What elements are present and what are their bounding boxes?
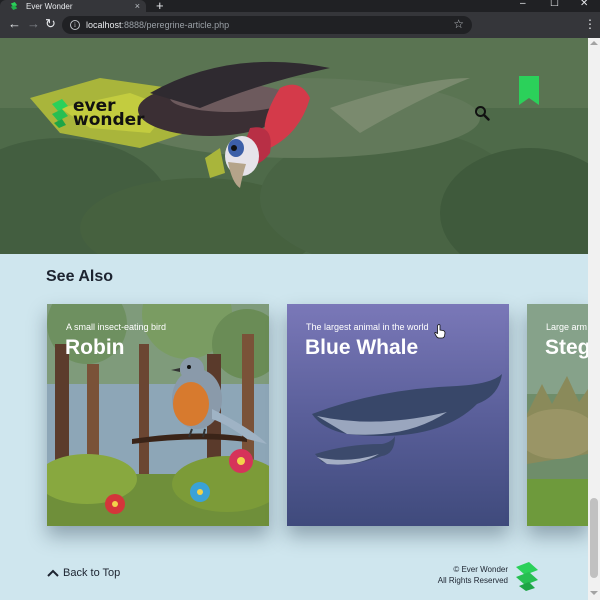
browser-toolbar: ← → ↻ i localhost:8888/peregrine-article… [0, 12, 600, 38]
card-title: Robin [65, 336, 125, 359]
bookmark-icon[interactable] [519, 76, 539, 105]
scroll-down-icon[interactable] [590, 591, 598, 595]
logo-text-wonder: wonder [73, 110, 145, 130]
copyright-line2: All Rights Reserved [437, 576, 508, 585]
scrollbar-thumb[interactable] [590, 498, 598, 578]
back-to-top-link[interactable]: Back to Top [47, 567, 120, 579]
maximize-icon[interactable]: ☐ [550, 0, 559, 9]
card-subtitle: Large arm [546, 322, 588, 332]
info-icon[interactable]: i [70, 20, 80, 30]
hero-illustration [0, 38, 588, 254]
card-stegosaurus[interactable]: Large arm Steg [527, 304, 588, 526]
tab-title: Ever Wonder [26, 1, 73, 11]
reload-button[interactable]: ↻ [45, 17, 56, 31]
page-scrollbar[interactable] [588, 38, 600, 600]
copyright-line1: © Ever Wonder [453, 565, 508, 574]
chevron-up-icon [47, 569, 59, 577]
minimize-icon[interactable]: – [520, 0, 526, 9]
copyright: © Ever Wonder All Rights Reserved [438, 564, 508, 586]
url-path: :8888/peregrine-article.php [121, 20, 230, 30]
footer-logo-icon[interactable] [513, 561, 541, 591]
browser-menu-icon[interactable]: ⋮ [584, 17, 596, 31]
tab-strip: Ever Wonder × + – ☐ ✕ [0, 0, 600, 13]
hand-cursor-icon [434, 324, 446, 339]
search-icon[interactable] [474, 105, 490, 121]
close-window-icon[interactable]: ✕ [580, 0, 588, 9]
card-subtitle: The largest animal in the world [306, 322, 429, 332]
browser-chrome: Ever Wonder × + – ☐ ✕ ← → ↻ i localhost:… [0, 0, 600, 38]
tab-close-icon[interactable]: × [135, 1, 140, 11]
back-to-top-label: Back to Top [63, 567, 121, 579]
star-icon[interactable]: ☆ [453, 17, 464, 31]
card-title: Steg [545, 336, 588, 359]
card-robin[interactable]: A small insect-eating bird Robin [47, 304, 269, 526]
card-subtitle: A small insect-eating bird [66, 322, 167, 332]
favicon-icon [10, 2, 18, 10]
forward-button[interactable]: → [27, 17, 40, 31]
scroll-up-icon[interactable] [590, 41, 598, 45]
back-button[interactable]: ← [8, 17, 21, 31]
hero-image: ever wonder [0, 38, 588, 254]
card-title: Blue Whale [305, 336, 419, 359]
see-also-title: See Also [46, 268, 113, 285]
logo-leaf-icon [52, 99, 68, 128]
url-host: localhost [86, 20, 122, 30]
browser-tab[interactable]: Ever Wonder × [0, 0, 146, 12]
card-blue-whale[interactable]: The largest animal in the world Blue Wha… [287, 304, 509, 526]
url-text: localhost:8888/peregrine-article.php [86, 20, 229, 30]
address-bar[interactable]: i localhost:8888/peregrine-article.php ☆ [62, 16, 472, 34]
site-logo[interactable]: ever wonder [50, 98, 145, 130]
